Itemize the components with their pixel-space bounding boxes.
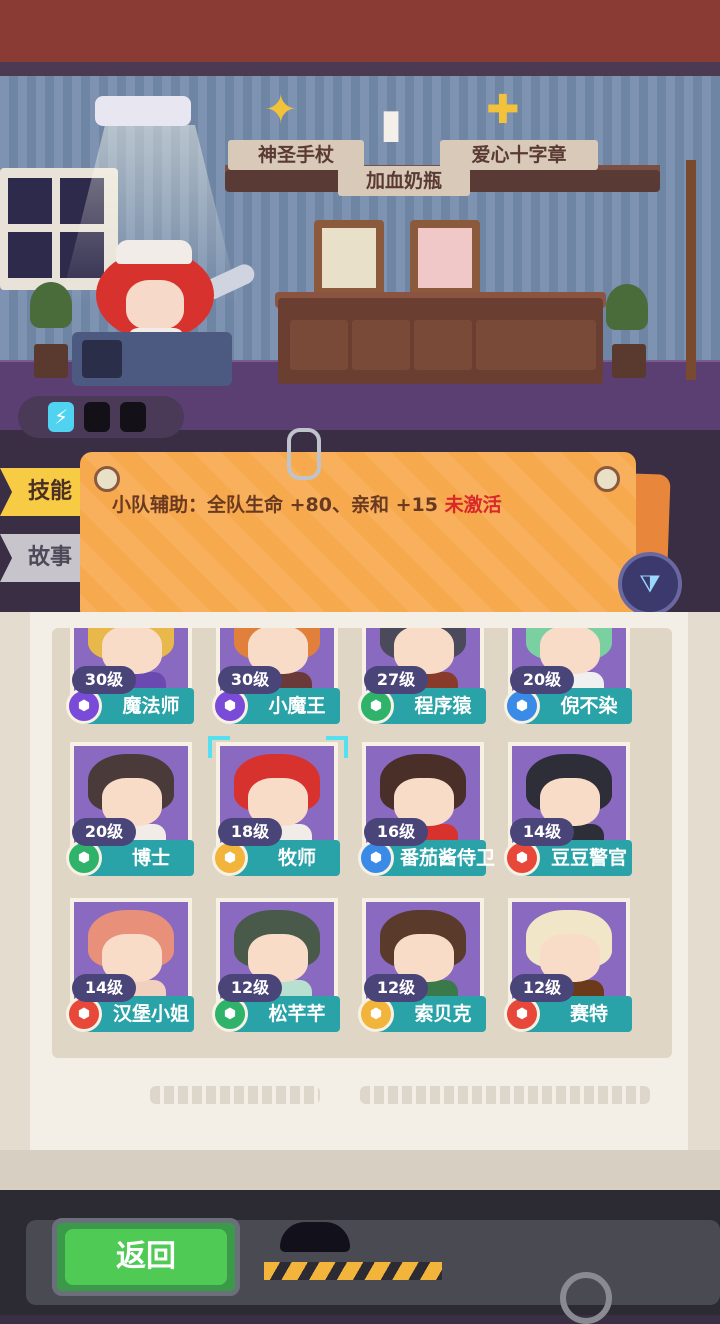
- character-card[interactable]: 魔法师 ⬢ 30级: [60, 628, 204, 732]
- milk-bottle-icon[interactable]: ▮: [380, 104, 402, 144]
- ceiling: [0, 0, 720, 70]
- character-grid: 魔法师 ⬢ 30级 小魔王 ⬢ 30级 程序猿 ⬢ 27级 倪不染 ⬢ 20级博士 ⬢ 20级 牧师 ⬢ 18级…: [52, 628, 672, 1058]
- desk-drawer: [476, 320, 596, 370]
- plant-pot: [34, 344, 68, 378]
- coat-rack: [686, 160, 696, 380]
- desk-drawer: [352, 320, 410, 370]
- tab-story[interactable]: 故事: [0, 534, 86, 582]
- room-scene: ✦ ▮ ✚ 神圣手杖 加血奶瓶 爱心十字章: [0, 0, 720, 430]
- character-level: 16级: [364, 818, 428, 846]
- paper-clip-icon: [287, 428, 321, 480]
- photo-frame: [410, 220, 480, 296]
- skill-description: 小队辅助：全队生命 +80、亲和 +15 未激活: [112, 490, 502, 517]
- energy-slot: [84, 402, 110, 432]
- character-card[interactable]: 豆豆警官 ⬢ 14级: [498, 736, 642, 884]
- book-bottom-edge: [0, 1150, 720, 1190]
- character-level: 18级: [218, 818, 282, 846]
- ceiling-trim: [0, 62, 720, 76]
- character-level: 27级: [364, 666, 428, 694]
- hero-face: [126, 280, 184, 330]
- book-page-edge: [0, 612, 30, 1172]
- character-level: 30级: [72, 666, 136, 694]
- character-card[interactable]: 松芊芊 ⬢ 12级: [206, 892, 350, 1040]
- character-card[interactable]: 倪不染 ⬢ 20级: [498, 628, 642, 732]
- decorative-scribble: [150, 1086, 320, 1104]
- character-card[interactable]: 程序猿 ⬢ 27级: [352, 628, 496, 732]
- hazard-stripe: [264, 1262, 442, 1280]
- hero-cap: [116, 240, 192, 264]
- character-card[interactable]: 小魔王 ⬢ 30级: [206, 628, 350, 732]
- character-card[interactable]: 赛特 ⬢ 12级: [498, 892, 642, 1040]
- character-level: 14级: [72, 974, 136, 1002]
- back-button-label: 返回: [65, 1229, 227, 1285]
- plant: [606, 284, 648, 330]
- shelf-item-label: 加血奶瓶: [338, 166, 470, 196]
- plant-pot: [612, 344, 646, 378]
- ceiling-lamp-icon: [95, 96, 191, 126]
- photo-frame: [314, 220, 384, 296]
- character-level: 12级: [218, 974, 282, 1002]
- character-card[interactable]: 汉堡小姐 ⬢ 14级: [60, 892, 204, 1040]
- heart-cross-badge-icon[interactable]: ✚: [486, 90, 520, 130]
- desk-drawer: [414, 320, 472, 370]
- lightning-icon: ⚡: [48, 402, 74, 432]
- skill-effect: 小队辅助：全队生命 +80、亲和 +15: [112, 494, 438, 516]
- skill-card: [80, 452, 636, 622]
- decorative-scribble: [360, 1086, 650, 1104]
- character-card[interactable]: 博士 ⬢ 20级: [60, 736, 204, 884]
- character-level: 14级: [510, 818, 574, 846]
- filter-icon: ⧩: [639, 570, 661, 598]
- dial-icon: [560, 1272, 612, 1324]
- character-level: 12级: [510, 974, 574, 1002]
- shadow-critter: [280, 1222, 350, 1252]
- back-button[interactable]: 返回: [52, 1218, 240, 1296]
- selection-corner: [326, 736, 348, 758]
- energy-bar: ⚡: [18, 396, 184, 438]
- pin-icon: [94, 466, 120, 492]
- character-card[interactable]: 牧师 ⬢ 18级: [206, 736, 350, 884]
- tab-skill[interactable]: 技能: [0, 468, 86, 516]
- pin-icon: [594, 466, 620, 492]
- character-level: 12级: [364, 974, 428, 1002]
- character-card[interactable]: 索贝克 ⬢ 12级: [352, 892, 496, 1040]
- shelf-item-label: 爱心十字章: [440, 140, 598, 170]
- character-level: 30级: [218, 666, 282, 694]
- filter-button[interactable]: ⧩: [618, 552, 682, 616]
- character-level: 20级: [72, 818, 136, 846]
- skill-status: 未激活: [444, 494, 502, 516]
- character-card[interactable]: 番茄酱侍卫 ⬢ 16级: [352, 736, 496, 884]
- medical-machine: [72, 332, 232, 386]
- character-level: 20级: [510, 666, 574, 694]
- plant: [30, 282, 72, 328]
- holy-staff-icon[interactable]: ✦: [264, 90, 298, 130]
- book-page-edge: [688, 612, 720, 1172]
- energy-slot: [120, 402, 146, 432]
- selection-corner: [208, 736, 230, 758]
- desk-drawer: [290, 320, 348, 370]
